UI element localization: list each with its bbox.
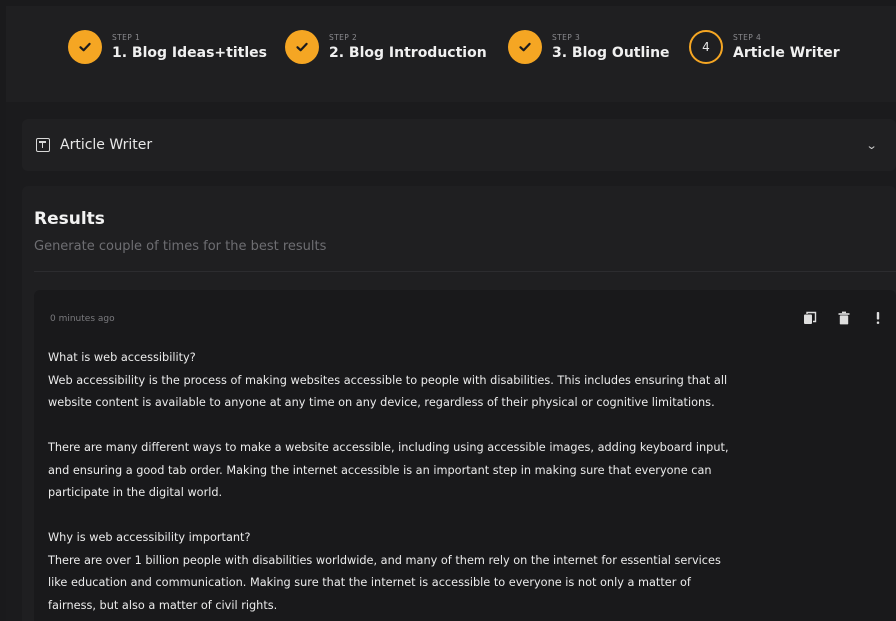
results-panel: Results Generate couple of times for the… bbox=[22, 186, 896, 621]
step-title: 1. Blog Ideas+titles bbox=[112, 45, 267, 62]
section-title: Article Writer bbox=[60, 137, 153, 153]
entry-timestamp: 0 minutes ago bbox=[50, 314, 115, 324]
results-subtitle: Generate couple of times for the best re… bbox=[34, 239, 327, 254]
content-line: and ensuring a good tab order. Making th… bbox=[48, 463, 712, 477]
content-line: like education and communication. Making… bbox=[48, 576, 691, 589]
step-4[interactable]: 4 STEP 4 Article Writer bbox=[689, 27, 840, 67]
step-2[interactable]: STEP 2 2. Blog Introduction bbox=[285, 27, 487, 67]
content-line: There are over 1 billion people with dis… bbox=[48, 553, 721, 567]
more-vertical-icon[interactable] bbox=[870, 309, 886, 327]
plus-square-icon bbox=[36, 138, 50, 152]
copy-icon[interactable] bbox=[802, 309, 818, 327]
content-line: website content is available to anyone a… bbox=[48, 396, 715, 409]
article-writer-toggle[interactable]: Article Writer ⌄ bbox=[22, 119, 896, 171]
check-icon bbox=[68, 30, 102, 64]
content-line: fairness, but also a matter of civil rig… bbox=[48, 598, 278, 612]
chevron-down-icon[interactable]: ⌄ bbox=[865, 139, 877, 152]
content-line: There are many different ways to make a … bbox=[48, 441, 729, 454]
progress-stepper: STEP 1 1. Blog Ideas+titles STEP 2 2. Bl… bbox=[6, 6, 896, 102]
content-line: Web accessibility is the process of maki… bbox=[48, 373, 728, 387]
results-title: Results bbox=[34, 209, 105, 229]
step-title: Article Writer bbox=[733, 45, 840, 62]
entry-actions bbox=[802, 309, 886, 327]
step-title: 3. Blog Outline bbox=[552, 45, 670, 62]
step-title: 2. Blog Introduction bbox=[329, 45, 487, 62]
step-number: 4 bbox=[702, 40, 710, 54]
content-line: What is web accessibility? bbox=[48, 351, 196, 364]
step-number-badge: 4 bbox=[689, 30, 723, 64]
content-line: participate in the digital world. bbox=[48, 486, 223, 499]
check-icon bbox=[285, 30, 319, 64]
step-kicker: STEP 1 bbox=[112, 32, 141, 42]
step-1[interactable]: STEP 1 1. Blog Ideas+titles bbox=[68, 27, 267, 67]
content-line: Why is web accessibility important? bbox=[48, 531, 251, 544]
divider bbox=[34, 271, 896, 272]
entry-content: What is web accessibility? Web accessibi… bbox=[48, 347, 883, 617]
check-icon bbox=[508, 30, 542, 64]
trash-icon[interactable] bbox=[836, 309, 852, 327]
app-window: STEP 1 1. Blog Ideas+titles STEP 2 2. Bl… bbox=[6, 6, 896, 621]
step-3[interactable]: STEP 3 3. Blog Outline bbox=[508, 27, 670, 67]
step-kicker: STEP 4 bbox=[733, 32, 762, 42]
result-entry: 0 minutes ago What is web accessibility?… bbox=[34, 290, 896, 621]
step-kicker: STEP 2 bbox=[329, 32, 358, 42]
step-kicker: STEP 3 bbox=[552, 32, 581, 42]
